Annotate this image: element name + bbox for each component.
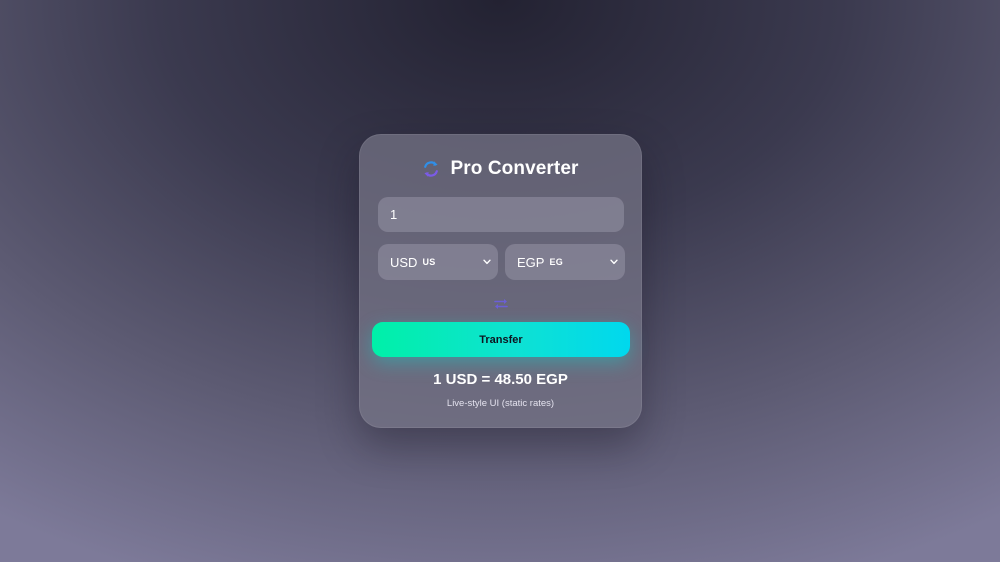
chevron-down-icon bbox=[610, 259, 618, 265]
from-currency-code: USD bbox=[390, 254, 418, 270]
to-currency-flag: EG bbox=[549, 257, 564, 267]
swap-arrows-icon[interactable] bbox=[493, 297, 509, 311]
amount-input[interactable] bbox=[378, 197, 624, 232]
from-currency-select[interactable]: USD US bbox=[378, 244, 498, 280]
rates-note: Live-style UI (static rates) bbox=[446, 398, 555, 409]
converter-card: Pro Converter USD US EGP EG Transfer 1 U… bbox=[359, 134, 642, 428]
chevron-down-icon bbox=[483, 259, 491, 265]
rotate-arrows-icon bbox=[424, 161, 439, 177]
to-currency-code: EGP bbox=[517, 254, 545, 270]
card-header: Pro Converter bbox=[360, 157, 641, 181]
to-currency-select[interactable]: EGP EG bbox=[505, 244, 625, 280]
transfer-button[interactable]: Transfer bbox=[372, 322, 630, 357]
conversion-result: 1 USD = 48.50 EGP bbox=[433, 371, 568, 388]
from-currency-flag: US bbox=[422, 257, 436, 267]
app-title: Pro Converter bbox=[450, 158, 579, 179]
